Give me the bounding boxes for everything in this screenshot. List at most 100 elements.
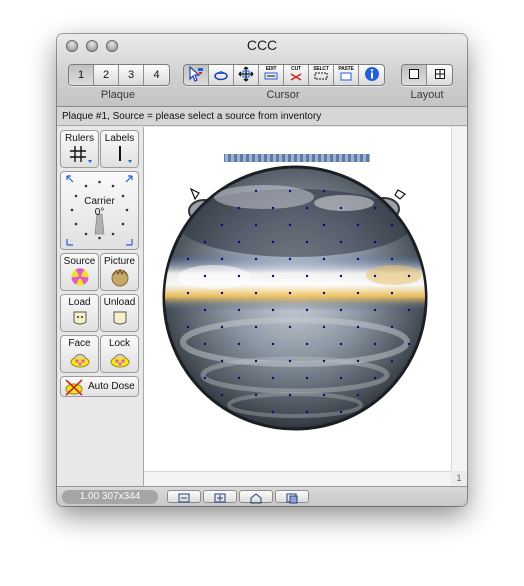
seed-dot [339, 410, 343, 414]
picture-button[interactable]: Picture [100, 253, 139, 291]
seed-dot [288, 359, 292, 363]
plaque-1-button[interactable]: 1 [69, 65, 94, 85]
cut-tool[interactable]: CUT [284, 65, 309, 85]
seed-dot [220, 359, 224, 363]
ruler-scale-bar [224, 154, 370, 162]
grid-view-icon [434, 68, 446, 83]
seed-dot [237, 206, 241, 210]
auto-dose-button[interactable]: Auto Dose [60, 376, 139, 397]
edit-tool[interactable]: EDIT [259, 65, 284, 85]
picture-label: Picture [103, 256, 136, 267]
seed-dot [237, 342, 241, 346]
select-arrow-tool[interactable] [184, 65, 209, 85]
vertical-scrollbar[interactable] [451, 127, 467, 471]
seed-dot [220, 257, 224, 261]
seed-dot [271, 410, 275, 414]
lock-label: Lock [108, 338, 131, 349]
seed-dot [339, 274, 343, 278]
seed-dot [203, 342, 207, 346]
seed-dot [254, 359, 258, 363]
carrier-angle: 0° [94, 207, 105, 218]
home-view-button[interactable] [239, 490, 273, 504]
select-icon [314, 72, 328, 84]
seed-dot [390, 257, 394, 261]
unload-button[interactable]: Unload [100, 294, 139, 332]
status-message: Plaque #1, Source = please select a sour… [57, 107, 467, 126]
radiation-icon [69, 268, 91, 290]
move-tool[interactable] [234, 65, 259, 85]
zoom-out-button[interactable] [167, 490, 201, 503]
seed-dot [271, 376, 275, 380]
seed-dot [373, 206, 377, 210]
seed-dot [237, 274, 241, 278]
plaque-3-button[interactable]: 3 [119, 65, 144, 85]
lock-button[interactable]: Lock [100, 335, 139, 373]
zoom-out-icon [168, 491, 200, 506]
hand-icon [212, 66, 230, 85]
sidebar: Rulers Labels Carrier 0° Source Picture … [57, 127, 144, 486]
seed-dot [288, 257, 292, 261]
labels-button[interactable]: Labels [100, 130, 139, 168]
cursor-group-label: Cursor [266, 89, 300, 101]
seed-dot [237, 376, 241, 380]
horizontal-scrollbar[interactable] [144, 471, 451, 487]
face-button[interactable]: Face [60, 335, 99, 373]
seed-dot [356, 257, 360, 261]
rulers-button[interactable]: Rulers [60, 130, 99, 168]
seed-dot [220, 393, 224, 397]
paste-tool[interactable]: PASTE [334, 65, 359, 85]
seed-dot [390, 325, 394, 329]
layout-grid-button[interactable] [427, 65, 452, 85]
layout-segmented-control [401, 64, 453, 86]
cut-icon [289, 72, 303, 84]
load-label: Load [68, 297, 91, 308]
seed-dot [305, 308, 309, 312]
plaque-2-button[interactable]: 2 [94, 65, 119, 85]
seed-dot [373, 240, 377, 244]
plaque-4-button[interactable]: 4 [144, 65, 169, 85]
seed-dot [339, 308, 343, 312]
select-tool[interactable]: SELCT [309, 65, 334, 85]
fit-view-button[interactable] [275, 490, 309, 504]
seed-dot [288, 393, 292, 397]
seed-dot [407, 274, 411, 278]
page-indicator: 1 [451, 471, 467, 486]
plaque-canvas[interactable]: 1 [144, 127, 467, 487]
seed-dot [186, 291, 190, 295]
seed-dot [288, 189, 292, 193]
seed-dot [271, 342, 275, 346]
plaque-group-label: Plaque [100, 89, 136, 101]
load-button[interactable]: Load [60, 294, 99, 332]
paste-icon [339, 72, 353, 84]
seed-dot [271, 308, 275, 312]
seed-dot [339, 342, 343, 346]
seed-dot [390, 359, 394, 363]
seed-dot [356, 359, 360, 363]
seed-dot [271, 206, 275, 210]
label-bar-icon [105, 146, 135, 167]
source-button[interactable]: Source [60, 253, 99, 291]
hand-tool[interactable] [209, 65, 234, 85]
seed-dot [305, 376, 309, 380]
seed-dot [373, 342, 377, 346]
layout-single-button[interactable] [402, 65, 427, 85]
unload-label: Unload [103, 297, 136, 308]
seed-dot [322, 291, 326, 295]
corner-marker-right-icon [394, 189, 406, 200]
eye-plaque-view [162, 154, 428, 431]
zoom-in-icon [204, 491, 236, 506]
carrier-dial[interactable]: Carrier 0° [60, 171, 139, 250]
seed-dot [322, 257, 326, 261]
single-view-icon [408, 68, 420, 83]
auto-dose-label: Auto Dose [88, 381, 135, 392]
source-label: Source [63, 256, 96, 267]
zoom-in-button[interactable] [203, 490, 237, 503]
seed-dot [305, 274, 309, 278]
seed-dot [305, 342, 309, 346]
edit-icon [264, 72, 278, 84]
seed-dot [390, 223, 394, 227]
seed-dot [220, 325, 224, 329]
info-tool[interactable] [359, 65, 384, 85]
carrier-label: Carrier [84, 196, 115, 207]
seed-dot [288, 325, 292, 329]
